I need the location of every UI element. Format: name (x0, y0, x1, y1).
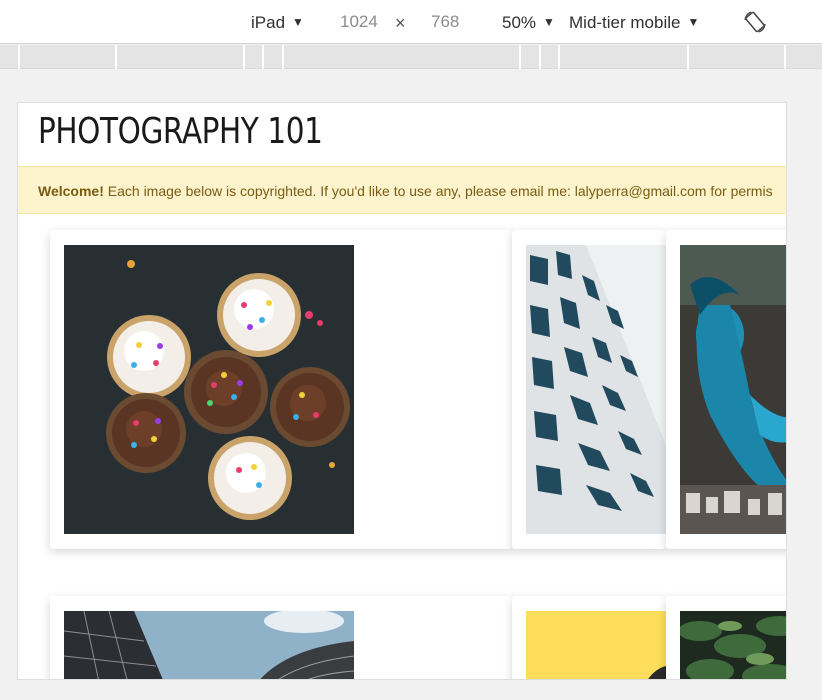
device-toolbar: iPad ▼ 1024 × 768 50% ▼ Mid-tier mobile ▼ (0, 0, 822, 44)
zoom-select-label: 50% (502, 13, 537, 32)
gallery-card[interactable] (666, 596, 786, 679)
gallery-card[interactable] (666, 230, 786, 549)
media-query-marker[interactable] (243, 45, 245, 69)
welcome-banner: Welcome! Each image below is copyrighted… (18, 166, 786, 214)
welcome-message: Each image below is copyrighted. If you'… (103, 183, 773, 199)
rotate-icon (744, 11, 766, 33)
throttling-select[interactable]: Mid-tier mobile ▼ (569, 11, 699, 34)
device-select-label: iPad (251, 13, 286, 32)
media-query-marker[interactable] (519, 45, 521, 69)
photo-yellow[interactable] (526, 611, 666, 679)
media-query-marker[interactable] (687, 45, 689, 69)
rotate-button[interactable] (742, 9, 768, 35)
media-query-marker[interactable] (115, 45, 117, 69)
gallery-card[interactable] (512, 596, 666, 679)
photo-building[interactable] (526, 245, 666, 534)
gallery-card[interactable] (50, 596, 512, 679)
media-query-marker[interactable] (539, 45, 541, 69)
photo-graffiti[interactable] (680, 245, 786, 534)
gallery-card[interactable] (512, 230, 666, 549)
device-viewport: PHOTOGRAPHY 101 Welcome! Each image belo… (17, 102, 787, 680)
photo-skyscrapers[interactable] (64, 611, 354, 679)
device-select[interactable]: iPad ▼ (251, 11, 304, 34)
dimension-separator: × (395, 13, 406, 33)
zoom-select[interactable]: 50% ▼ (502, 11, 555, 34)
width-input[interactable]: 1024 (340, 11, 378, 33)
page-title: PHOTOGRAPHY 101 (38, 111, 323, 152)
gallery-card[interactable] (50, 230, 512, 549)
media-query-marker[interactable] (18, 45, 20, 69)
photo-cupcakes[interactable] (64, 245, 354, 534)
media-query-marker[interactable] (784, 45, 786, 69)
media-query-marker[interactable] (282, 45, 284, 69)
throttling-select-label: Mid-tier mobile (569, 13, 681, 32)
photo-palms[interactable] (680, 611, 786, 679)
media-query-marker[interactable] (262, 45, 264, 69)
chevron-down-icon: ▼ (292, 15, 304, 29)
chevron-down-icon: ▼ (543, 15, 555, 29)
height-input[interactable]: 768 (431, 11, 459, 33)
media-query-bar[interactable] (0, 45, 822, 69)
media-query-marker[interactable] (558, 45, 560, 69)
welcome-label: Welcome! (38, 183, 104, 199)
chevron-down-icon: ▼ (687, 15, 700, 29)
